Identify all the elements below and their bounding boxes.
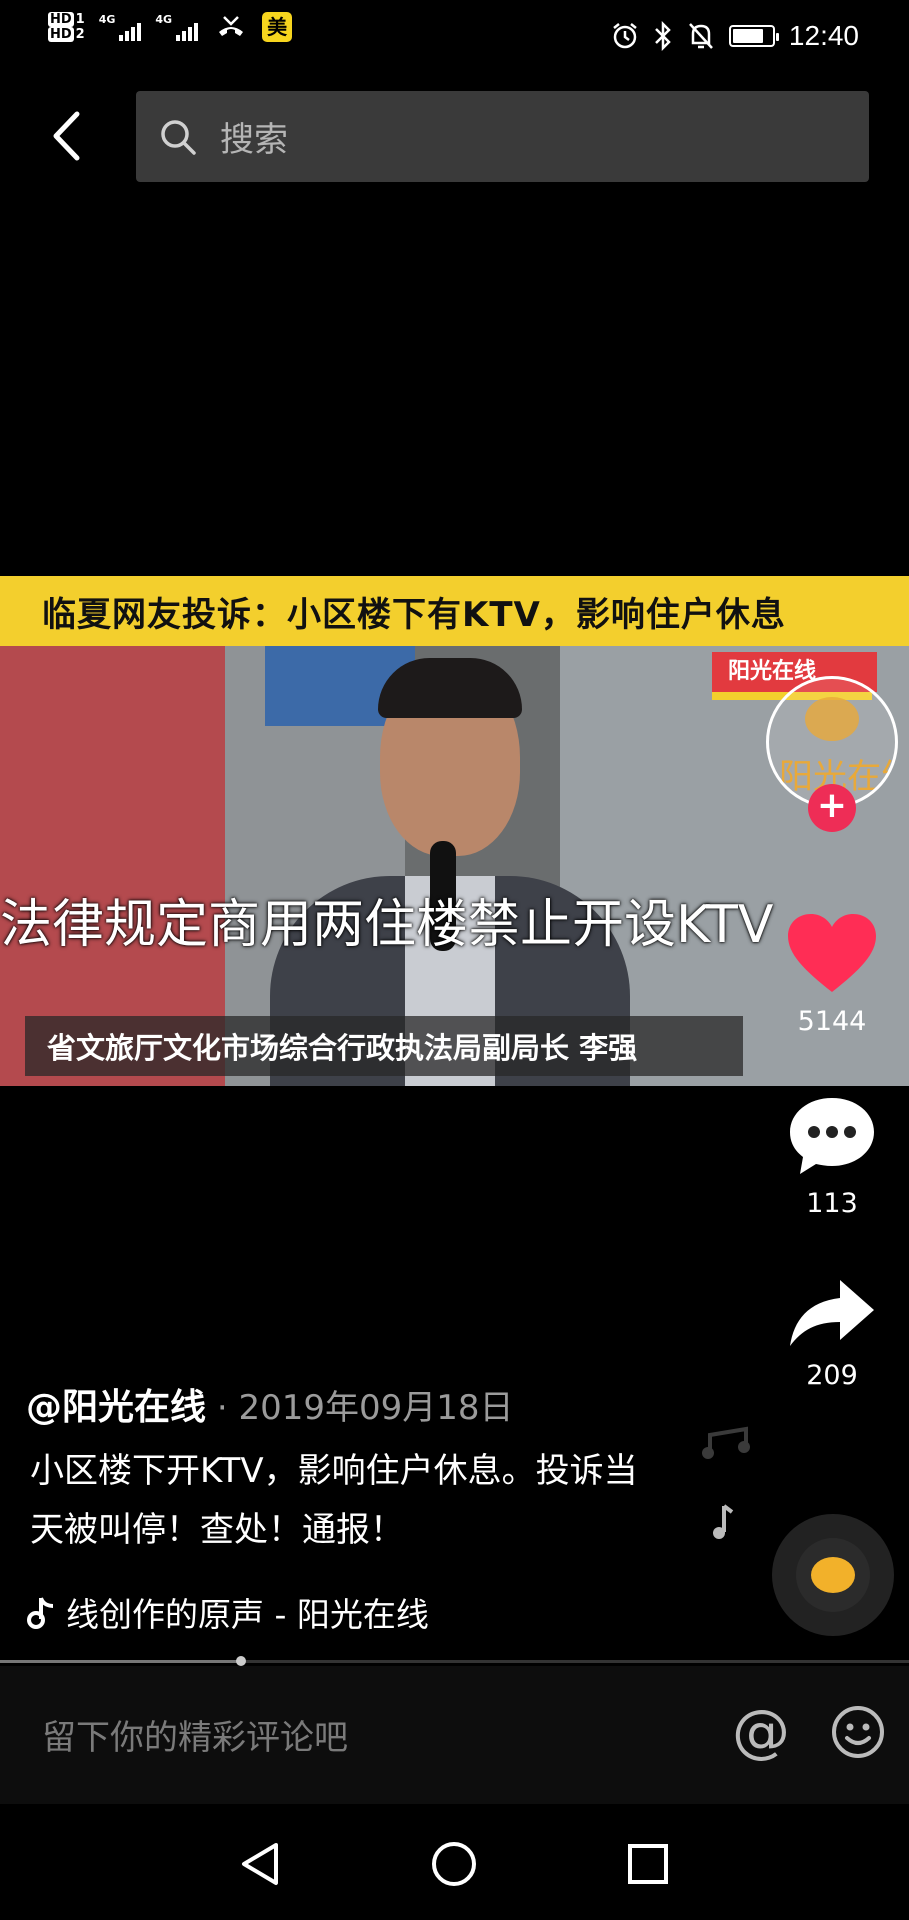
signal-2-icon: 4G xyxy=(155,13,199,41)
comment-bubble-icon xyxy=(790,1098,874,1174)
network-2-label: 4G xyxy=(155,13,173,26)
search-icon xyxy=(161,119,196,155)
hd1-label: HD xyxy=(48,12,74,27)
author-line: @阳光在线 · 2019年09月18日 xyxy=(26,1378,514,1430)
nav-recents-button[interactable] xyxy=(618,1834,678,1894)
follow-button[interactable]: + xyxy=(808,784,856,832)
square-recents-icon xyxy=(628,1844,668,1884)
back-button[interactable] xyxy=(36,104,96,168)
hd2-label: HD xyxy=(48,27,74,42)
back-arrow-icon xyxy=(53,111,80,161)
battery-icon xyxy=(728,25,779,47)
app-badge-icon: 美 xyxy=(262,12,293,42)
floating-note-icon xyxy=(702,1426,750,1459)
mention-button[interactable]: @ xyxy=(726,1696,796,1766)
music-disc[interactable] xyxy=(772,1514,894,1636)
status-right: 12:40 xyxy=(611,20,859,52)
video-progress-bar[interactable] xyxy=(0,1656,909,1666)
share-arrow-icon xyxy=(790,1280,874,1346)
video-headline-banner: 临夏网友投诉：小区楼下有KTV，影响住户休息 xyxy=(0,576,909,646)
avatar-logo-mark xyxy=(805,697,859,741)
emoji-icon[interactable] xyxy=(830,1704,886,1760)
music-note-icon xyxy=(27,1597,54,1629)
hd-indicator: HD 1 HD 2 xyxy=(48,12,85,42)
comment-count: 113 xyxy=(806,1188,858,1219)
video-caption-sub: 省文旅厅文化市场综合行政执法局副局长 李强 xyxy=(47,1031,638,1065)
circle-home-icon xyxy=(432,1842,476,1886)
speaker-hair xyxy=(378,658,522,718)
video-progress-fill xyxy=(0,1660,241,1663)
like-button[interactable]: 5144 xyxy=(770,910,894,1037)
bluetooth-icon xyxy=(655,21,671,51)
system-nav-bar xyxy=(0,1804,909,1920)
alarm-icon xyxy=(613,23,637,49)
search-input[interactable]: 搜索 xyxy=(136,91,869,182)
mute-bell-icon xyxy=(689,23,713,49)
music-title: 线创作的原声 - 阳光在线 xyxy=(66,1595,429,1634)
comment-input[interactable]: 留下你的精彩评论吧 xyxy=(42,1710,348,1759)
status-bar: HD 1 HD 2 4G 4G 美 12:40 xyxy=(0,0,909,78)
nav-home-button[interactable] xyxy=(424,1834,484,1894)
share-count: 209 xyxy=(806,1360,858,1391)
video-caption-sub-bar: 省文旅厅文化市场综合行政执法局副局长 李强 xyxy=(25,1016,743,1076)
search-placeholder: 搜索 xyxy=(220,120,288,160)
video-progress-knob[interactable] xyxy=(235,1656,246,1666)
author-name[interactable]: @阳光在线 xyxy=(26,1387,206,1428)
floating-note-small-icon xyxy=(713,1504,734,1539)
nav-back-button[interactable] xyxy=(230,1834,290,1894)
missed-call-icon xyxy=(219,16,244,36)
music-disc-cover xyxy=(796,1538,870,1612)
signal-1-icon: 4G xyxy=(99,13,142,41)
network-1-label: 4G xyxy=(98,13,116,26)
triangle-back-icon xyxy=(242,1843,278,1885)
music-line[interactable]: 线创作的原声 - 阳光在线 xyxy=(26,1588,429,1636)
like-count: 5144 xyxy=(797,1006,867,1037)
comment-button[interactable]: 113 xyxy=(770,1094,894,1219)
video-headline: 临夏网友投诉：小区楼下有KTV，影响住户休息 xyxy=(42,594,786,635)
status-left: HD 1 HD 2 4G 4G 美 xyxy=(48,12,293,42)
share-button[interactable]: 209 xyxy=(770,1276,894,1391)
heart-icon xyxy=(788,914,876,992)
clock: 12:40 xyxy=(788,20,859,51)
comment-bar: 留下你的精彩评论吧 @ xyxy=(0,1666,909,1804)
post-description: 小区楼下开KTV，影响住户休息。投诉当天被叫停！查处！通报！ xyxy=(30,1451,638,1550)
battery-level xyxy=(732,29,763,43)
post-date: · 2019年09月18日 xyxy=(206,1388,514,1428)
